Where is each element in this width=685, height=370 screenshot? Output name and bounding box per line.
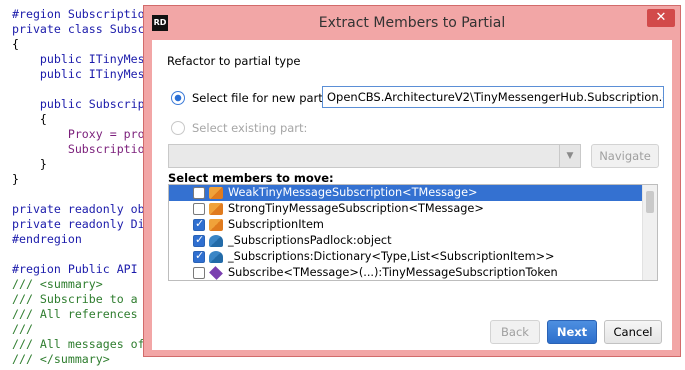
members-scrollbar[interactable] xyxy=(642,185,657,280)
member-label: _SubscriptionsPadlock:object xyxy=(228,234,392,247)
field-icon xyxy=(209,235,223,247)
member-checkbox[interactable] xyxy=(193,187,205,199)
member-checkbox[interactable] xyxy=(193,217,205,231)
existing-part-dropdown[interactable]: ▼ xyxy=(168,144,581,168)
field-icon xyxy=(209,251,223,263)
code-line: /// All references xyxy=(12,307,138,321)
member-label: StrongTinyMessageSubscription<TMessage> xyxy=(228,202,484,215)
dropdown-arrow-icon[interactable]: ▼ xyxy=(559,145,580,167)
code-line: /// All messages of xyxy=(12,337,145,351)
code-line: Subscriptio xyxy=(12,142,145,156)
member-checkbox[interactable] xyxy=(193,203,205,215)
member-label: Subscribe<TMessage>(...):TinyMessageSubs… xyxy=(228,266,558,279)
code-line: private readonly ob xyxy=(12,202,145,216)
close-button[interactable]: ✕ xyxy=(647,9,675,27)
code-line: public Subscrip xyxy=(12,97,145,111)
method-icon xyxy=(209,266,223,280)
code-line: /// </summary> xyxy=(12,352,110,366)
scrollbar-thumb[interactable] xyxy=(646,191,654,213)
new-part-radio[interactable] xyxy=(171,91,185,105)
code-line: /// xyxy=(12,322,33,336)
code-line: #region Public API xyxy=(12,262,138,276)
member-label: SubscriptionItem xyxy=(228,218,324,231)
class-icon xyxy=(209,219,223,231)
code-line: { xyxy=(12,37,19,51)
member-checkbox[interactable] xyxy=(193,233,205,247)
members-label: Select members to move: xyxy=(168,171,334,185)
class-icon xyxy=(209,203,223,215)
member-checkbox[interactable] xyxy=(193,267,205,279)
code-line: Proxy = pro xyxy=(12,127,145,141)
code-line: #endregion xyxy=(12,232,82,246)
code-line: { xyxy=(12,112,47,126)
dialog-title: Extract Members to Partial xyxy=(318,15,506,31)
code-line: /// <summary> xyxy=(12,277,103,291)
class-icon xyxy=(209,187,223,199)
dialog-titlebar[interactable]: RD Extract Members to Partial ✕ xyxy=(144,6,680,40)
member-row[interactable]: WeakTinyMessageSubscription<TMessage> xyxy=(169,185,643,201)
member-label: WeakTinyMessageSubscription<TMessage> xyxy=(228,186,478,199)
existing-part-label[interactable]: Select existing part: xyxy=(192,121,307,135)
member-row[interactable]: SubscriptionItem xyxy=(169,217,643,233)
member-row[interactable]: _SubscriptionsPadlock:object xyxy=(169,233,643,249)
cancel-button[interactable]: Cancel xyxy=(604,320,662,344)
new-part-file-input[interactable]: OpenCBS.ArchitectureV2\TinyMessengerHub.… xyxy=(322,86,664,108)
refactor-label: Refactor to partial type xyxy=(167,54,301,68)
new-part-label[interactable]: Select file for new part: xyxy=(192,91,327,105)
close-icon: ✕ xyxy=(655,10,667,25)
code-line: public ITinyMes xyxy=(12,67,145,81)
next-button[interactable]: Next xyxy=(547,320,597,344)
member-row[interactable]: StrongTinyMessageSubscription<TMessage> xyxy=(169,201,643,217)
existing-part-radio[interactable] xyxy=(171,121,185,135)
extract-members-dialog: RD Extract Members to Partial ✕ Refactor… xyxy=(143,5,681,357)
code-line: /// Subscribe to a xyxy=(12,292,138,306)
code-line: } xyxy=(12,157,47,171)
code-line: private class Subsc xyxy=(12,22,145,36)
navigate-button[interactable]: Navigate xyxy=(591,144,659,168)
back-button[interactable]: Back xyxy=(490,320,540,344)
code-line: private readonly Di xyxy=(12,217,145,231)
code-line: public ITinyMes xyxy=(12,52,145,66)
member-row[interactable]: Subscribe<TMessage>(...):TinyMessageSubs… xyxy=(169,265,643,280)
member-checkbox[interactable] xyxy=(193,249,205,263)
member-label: _Subscriptions:Dictionary<Type,List<Subs… xyxy=(228,250,555,263)
member-row[interactable]: _Subscriptions:Dictionary<Type,List<Subs… xyxy=(169,249,643,265)
dialog-content: Refactor to partial type Select file for… xyxy=(152,40,672,350)
members-list[interactable]: WeakTinyMessageSubscription<TMessage> St… xyxy=(168,184,658,281)
code-line: } xyxy=(12,172,19,186)
code-line: #region Subscriptio xyxy=(12,7,145,21)
